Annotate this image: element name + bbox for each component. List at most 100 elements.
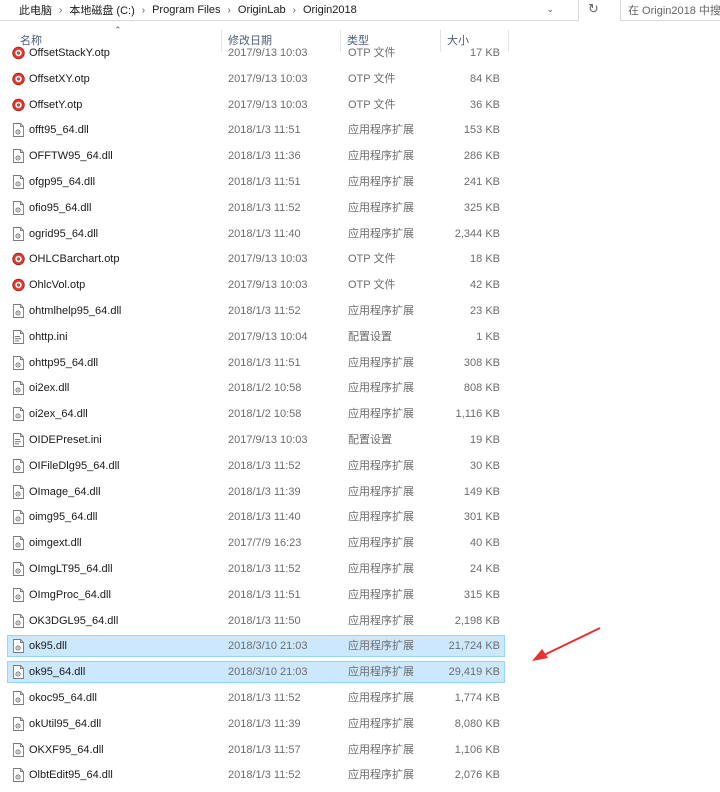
file-row[interactable]: OHLCBarchart.otp 2017/9/13 10:03 OTP 文件 18 … [7,248,505,270]
chevron-right-icon[interactable]: › [138,5,149,16]
file-row[interactable]: ofgp95_64.dll 2018/1/3 11:51 应用程序扩展 241 KB [7,171,505,193]
file-row[interactable]: OIDEPreset.ini 2017/9/13 10:03 配置设置 19 KB [7,429,505,451]
file-modified-date: 2018/1/3 11:51 [228,588,301,601]
file-name: OffsetXY.otp [29,72,90,85]
file-row[interactable]: ok95_64.dll 2018/3/10 21:03 应用程序扩展 29,419 K… [7,661,505,684]
file-size: 153 KB [463,124,500,137]
file-row[interactable]: oi2ex_64.dll 2018/1/2 10:58 应用程序扩展 1,116 KB [7,403,505,425]
dll-icon [13,304,24,318]
file-row[interactable]: ohtmlhelp95_64.dll 2018/1/3 11:52 应用程序扩展 23… [7,300,505,322]
file-modified-date: 2018/1/2 10:58 [228,382,302,395]
file-modified-date: 2018/1/3 11:52 [228,769,301,782]
otp-icon [12,278,25,292]
file-type: 应用程序扩展 [348,769,414,782]
file-modified-date: 2018/1/3 11:36 [228,150,301,163]
file-type: 配置设置 [348,330,392,343]
file-row[interactable]: ok95.dll 2018/3/10 21:03 应用程序扩展 21,724 KB [7,635,505,658]
chevron-down-icon[interactable]: ⌄ [546,4,554,15]
file-size: 301 KB [463,511,500,524]
file-size: 17 KB [470,47,500,59]
file-size: 19 KB [470,434,500,446]
file-row[interactable]: okUtil95_64.dll 2018/1/3 11:39 应用程序扩展 8,080… [7,713,505,735]
crumb-local-disk[interactable]: 本地磁盘 (C:) [66,2,137,18]
file-modified-date: 2017/9/13 10:04 [228,330,308,343]
file-row[interactable]: oimg95_64.dll 2018/1/3 11:40 应用程序扩展 301 KB [7,506,505,528]
file-modified-date: 2018/1/3 11:52 [228,305,301,317]
file-size: 18 KB [470,253,500,266]
file-row[interactable]: OKXF95_64.dll 2018/1/3 11:57 应用程序扩展 1,106 K… [7,739,505,761]
file-type: 应用程序扩展 [348,563,414,575]
file-row[interactable]: OIFileDlg95_64.dll 2018/1/3 11:52 应用程序扩展 30… [7,455,505,477]
sort-ascending-icon: ⌃ [114,25,122,35]
file-modified-date: 2018/1/3 11:51 [228,176,301,188]
file-modified-date: 2018/1/3 11:51 [228,124,301,137]
crumb-origin2018[interactable]: Origin2018 [300,4,360,16]
file-row[interactable]: OlbtEdit95_64.dll 2018/1/3 11:52 应用程序扩展 2,0… [7,764,505,786]
otp-icon [12,253,25,266]
file-row[interactable]: ohttp95_64.dll 2018/1/3 11:51 应用程序扩展 308 KB [7,352,505,374]
file-name: offt95_64.dll [29,124,89,137]
file-modified-date: 2018/1/3 11:40 [228,227,301,240]
file-name: okoc95_64.dll [29,692,97,704]
file-name: OlbtEdit95_64.dll [29,769,113,782]
refresh-icon[interactable]: ↻ [588,1,599,17]
file-list: OffsetStackY.otp 2017/9/13 10:03 OTP 文件 17 … [0,40,720,792]
file-type: 应用程序扩展 [348,124,414,137]
file-name: ok95_64.dll [29,666,86,679]
file-type: 应用程序扩展 [348,588,414,601]
file-row[interactable]: OK3DGL95_64.dll 2018/1/3 11:50 应用程序扩展 2,198… [7,610,505,632]
dll-icon [13,407,24,422]
file-row[interactable]: ofio95_64.dll 2018/1/3 11:52 应用程序扩展 325 KB [7,197,505,219]
file-size: 23 KB [470,305,500,317]
file-modified-date: 2018/1/2 10:58 [228,408,302,421]
crumb-originlab[interactable]: OriginLab [235,4,289,16]
file-type: 应用程序扩展 [348,382,414,395]
crumb-this-pc[interactable]: 此电脑 [16,2,55,18]
file-row[interactable]: OffsetY.otp 2017/9/13 10:03 OTP 文件 36 KB [7,94,505,116]
chevron-right-icon[interactable]: › [289,5,300,16]
file-row[interactable]: okoc95_64.dll 2018/1/3 11:52 应用程序扩展 1,774 K… [7,687,505,709]
file-type: 应用程序扩展 [348,356,414,369]
chevron-right-icon[interactable]: › [55,5,66,16]
file-type: OTP 文件 [348,279,396,292]
dll-icon [13,691,24,705]
file-modified-date: 2018/1/3 11:40 [228,511,301,524]
file-row[interactable]: ohttp.ini 2017/9/13 10:04 配置设置 1 KB [7,326,505,348]
file-size: 1 KB [476,330,500,343]
file-size: 40 KB [470,537,500,550]
crumb-program-files[interactable]: Program Files [149,4,223,16]
file-size: 2,344 KB [454,227,500,240]
file-type: 应用程序扩展 [348,485,414,498]
file-row[interactable]: offt95_64.dll 2018/1/3 11:51 应用程序扩展 153 KB [7,119,505,141]
dll-icon [13,355,24,370]
file-type: 应用程序扩展 [348,305,414,317]
dll-icon [13,458,24,473]
file-row[interactable]: OffsetStackY.otp 2017/9/13 10:03 OTP 文件 17 … [7,42,505,64]
file-name: OHLCBarchart.otp [29,253,120,266]
file-row[interactable]: OhlcVol.otp 2017/9/13 10:03 OTP 文件 42 KB [7,274,505,296]
file-modified-date: 2018/1/3 11:52 [228,563,301,575]
file-name: OImgProc_64.dll [29,588,111,601]
file-type: 配置设置 [348,434,392,446]
file-row[interactable]: OImgProc_64.dll 2018/1/3 11:51 应用程序扩展 315 K… [7,584,505,606]
file-size: 1,106 KB [454,743,500,756]
dll-icon [13,716,24,731]
file-type: 应用程序扩展 [348,227,414,240]
file-row[interactable]: OFFTW95_64.dll 2018/1/3 11:36 应用程序扩展 286 KB [7,145,505,167]
chevron-right-icon[interactable]: › [224,5,235,16]
search-input[interactable]: 在 Origin2018 中搜索 [620,0,720,21]
file-type: 应用程序扩展 [348,717,414,730]
file-row[interactable]: OImgLT95_64.dll 2018/1/3 11:52 应用程序扩展 24 KB [7,558,505,580]
file-row[interactable]: ogrid95_64.dll 2018/1/3 11:40 应用程序扩展 2,344 … [7,223,505,245]
file-size: 286 KB [463,150,500,163]
file-name: ohtmlhelp95_64.dll [29,305,122,317]
file-row[interactable]: OffsetXY.otp 2017/9/13 10:03 OTP 文件 84 KB [7,68,505,90]
file-name: oi2ex_64.dll [29,408,88,421]
file-modified-date: 2018/1/3 11:57 [228,743,301,756]
dll-icon [13,639,24,654]
file-row[interactable]: oimgext.dll 2017/7/9 16:23 应用程序扩展 40 KB [7,532,505,554]
file-row[interactable]: oi2ex.dll 2018/1/2 10:58 应用程序扩展 808 KB [7,377,505,399]
file-row[interactable]: OImage_64.dll 2018/1/3 11:39 应用程序扩展 149 KB [7,481,505,503]
address-bar[interactable]: 此电脑 › 本地磁盘 (C:) › Program Files › Origin… [0,0,579,21]
toolbar: 此电脑 › 本地磁盘 (C:) › Program Files › Origin… [0,0,720,24]
